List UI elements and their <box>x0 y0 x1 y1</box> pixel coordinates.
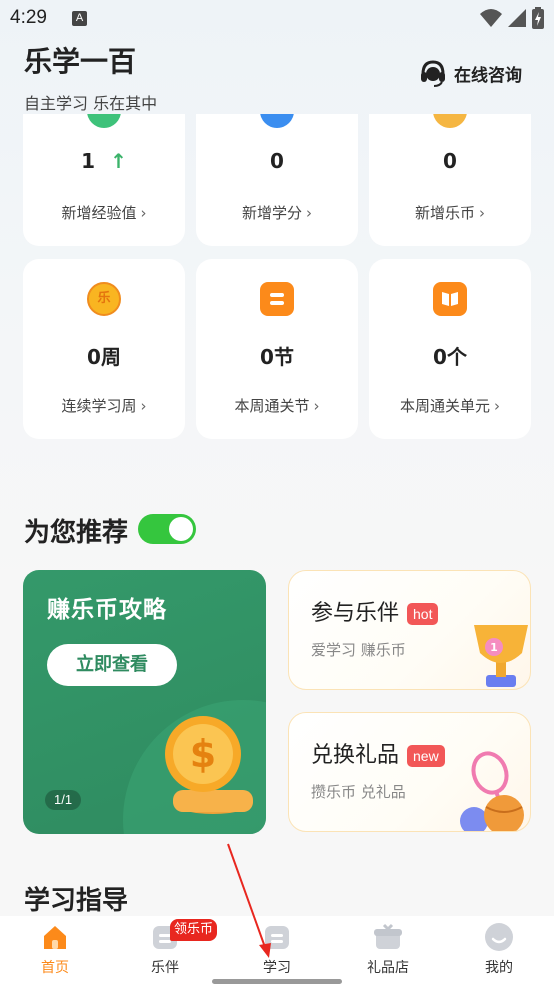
tab-study-label: 学习 <box>263 960 291 976</box>
promo-subtitle: 攒乐币 兑礼品 <box>311 783 406 801</box>
hot-tag: hot <box>407 603 439 625</box>
home-indicator <box>212 979 342 984</box>
stat-card-sections[interactable]: 0节 本周通关节 › <box>196 259 358 439</box>
home-content[interactable]: 1 ↑ 新增经验值 › 0 新增学分 › 0 新增乐币 › 乐 0周 连续学习周 › 0… <box>0 114 554 916</box>
chevron-right-icon: › <box>479 204 485 222</box>
coins-icon <box>433 114 467 128</box>
trophy-icon: 1 <box>474 625 528 687</box>
promo-subtitle: 爱学习 赚乐币 <box>311 641 406 659</box>
stat-card-experience[interactable]: 1 ↑ 新增经验值 › <box>23 114 185 246</box>
bottom-tab-bar: 首页 领乐币 乐伴 学习 礼品店 我的 <box>0 916 554 984</box>
stat-value-experience: 1 ↑ <box>81 149 127 173</box>
banner-page-indicator: 1/1 <box>45 790 82 810</box>
stat-label-coins: 新增乐币 › <box>414 204 485 222</box>
home-icon <box>44 926 66 949</box>
chevron-right-icon: › <box>140 204 147 222</box>
tab-companion-label: 乐伴 <box>151 960 179 976</box>
tab-profile[interactable]: 我的 <box>444 916 554 984</box>
credits-icon <box>260 114 294 128</box>
stat-value-sections: 0节 <box>260 345 294 369</box>
stat-label-credits: 新增学分 › <box>241 204 312 222</box>
chevron-right-icon: › <box>494 397 500 415</box>
stat-value-coins: 0 <box>443 149 457 173</box>
signal-icon <box>508 9 526 27</box>
status-bar: 4:29 A <box>0 0 554 36</box>
promo-title: 参与乐伴 hot <box>311 595 439 627</box>
tab-gift-shop-label: 礼品店 <box>367 960 409 976</box>
app-title: 乐学一百 <box>24 45 137 78</box>
new-tag: new <box>407 745 445 767</box>
app-slogan: 自主学习 乐在其中 <box>24 94 158 113</box>
stat-value-weeks: 0周 <box>87 345 121 369</box>
gift-icon <box>374 923 402 949</box>
chevron-right-icon: › <box>140 397 147 415</box>
stat-label-units: 本周通关单元 › <box>399 397 500 415</box>
chevron-right-icon: › <box>306 204 312 222</box>
experience-icon <box>87 114 121 128</box>
le-coin-icon: 乐 <box>87 282 121 316</box>
battery-icon <box>532 7 544 29</box>
promo-title: 兑换礼品 new <box>311 737 445 769</box>
sports-gift-icon <box>460 751 524 831</box>
stat-card-coins[interactable]: 0 新增乐币 › <box>369 114 531 246</box>
guide-title: 学习指导 <box>24 886 129 916</box>
tab-profile-label: 我的 <box>485 960 513 976</box>
coin-guide-banner[interactable]: $ 赚乐币攻略 立即查看 1/1 <box>23 570 266 834</box>
recommend-title: 为您推荐 <box>24 518 129 548</box>
tab-home[interactable]: 首页 <box>0 916 110 984</box>
stat-label-experience: 新增经验值 › <box>61 204 147 222</box>
sections-icon <box>260 282 294 316</box>
stat-card-credits[interactable]: 0 新增学分 › <box>196 114 358 246</box>
svg-text:$: $ <box>190 732 216 776</box>
promo-card-companion[interactable]: 参与乐伴 hot 爱学习 赚乐币 1 <box>288 570 531 690</box>
app-header: 乐学一百 自主学习 乐在其中 在线咨询 <box>0 36 554 114</box>
online-consult-button[interactable]: 在线咨询 <box>418 58 522 88</box>
banner-title: 赚乐币攻略 <box>47 597 167 623</box>
profile-icon <box>485 923 513 951</box>
status-time: 4:29 <box>10 7 47 28</box>
stat-value-units: 0个 <box>433 345 467 369</box>
status-icons <box>480 7 544 29</box>
study-icon <box>265 926 289 949</box>
tab-companion[interactable]: 领乐币 乐伴 <box>110 916 220 984</box>
claim-coins-badge[interactable]: 领乐币 <box>170 919 218 941</box>
tab-gift-shop[interactable]: 礼品店 <box>333 916 443 984</box>
promo-card-gifts[interactable]: 兑换礼品 new 攒乐币 兑礼品 <box>288 712 531 832</box>
stat-card-units[interactable]: 0个 本周通关单元 › <box>369 259 531 439</box>
recommend-toggle[interactable] <box>138 514 196 544</box>
headset-icon <box>421 60 445 87</box>
stat-label-weeks: 连续学习周 › <box>61 397 147 415</box>
view-now-button[interactable]: 立即查看 <box>47 644 177 686</box>
trend-up-icon: ↑ <box>110 149 127 173</box>
svg-text:1: 1 <box>490 641 498 654</box>
chevron-right-icon: › <box>313 397 320 415</box>
stat-value-credits: 0 <box>270 149 284 173</box>
consult-label: 在线咨询 <box>454 65 522 86</box>
notification-icon: A <box>72 11 87 26</box>
wifi-icon <box>480 9 502 27</box>
toggle-knob <box>169 517 193 541</box>
book-icon <box>433 282 467 316</box>
tab-study[interactable]: 学习 <box>222 916 332 984</box>
stat-card-weeks[interactable]: 乐 0周 连续学习周 › <box>23 259 185 439</box>
stat-label-sections: 本周通关节 › <box>234 397 320 415</box>
tab-home-label: 首页 <box>41 960 69 976</box>
